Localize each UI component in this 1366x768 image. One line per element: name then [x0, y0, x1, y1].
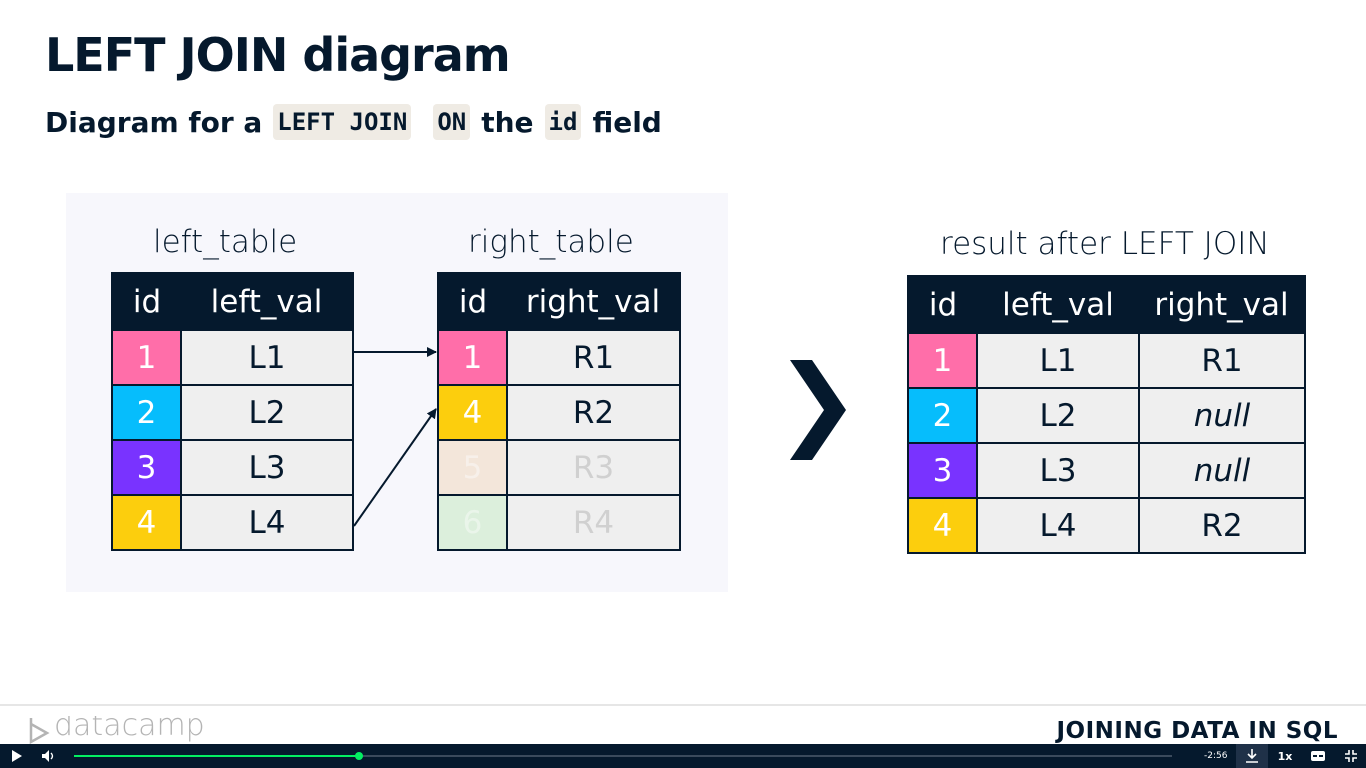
left-value-cell: L3 — [976, 442, 1140, 499]
download-icon — [1246, 749, 1258, 763]
id-cell: 1 — [907, 332, 978, 389]
left-value-cell: L1 — [976, 332, 1140, 389]
captions-button[interactable] — [1306, 744, 1330, 768]
exit-fullscreen-button[interactable] — [1340, 744, 1362, 768]
table-row: 2 L2 null — [907, 387, 1306, 444]
volume-icon — [42, 750, 54, 762]
captions-icon — [1311, 751, 1325, 761]
download-button[interactable] — [1236, 744, 1268, 768]
play-icon — [12, 750, 22, 762]
datacamp-logo: datacamp — [28, 716, 205, 746]
video-player-bar: -2:56 1x — [0, 744, 1366, 768]
header-left-val: left_val — [977, 276, 1139, 333]
left-value-cell: L4 — [976, 497, 1140, 554]
right-value-cell: null — [1138, 387, 1306, 444]
result-table: id left_val right_val 1 L1 R1 2 L2 null … — [907, 275, 1306, 554]
right-value-cell: R1 — [1138, 332, 1306, 389]
datacamp-logo-text: datacamp — [54, 716, 205, 743]
playback-speed-button[interactable]: 1x — [1274, 744, 1296, 768]
arrow-row4 — [353, 408, 437, 527]
datacamp-logo-icon — [29, 718, 50, 745]
id-cell: 4 — [907, 497, 978, 554]
left-value-cell: L2 — [976, 387, 1140, 444]
table-row: 3 L3 null — [907, 442, 1306, 499]
progress-handle[interactable] — [355, 752, 364, 760]
result-table-caption: result after LEFT JOIN — [940, 226, 1270, 262]
course-title: JOINING DATA IN SQL — [1056, 718, 1338, 744]
play-button[interactable] — [6, 744, 28, 768]
exit-fullscreen-icon — [1345, 750, 1357, 762]
right-value-cell: R2 — [1138, 497, 1306, 554]
header-right-val: right_val — [1139, 276, 1305, 333]
result-table-header: id left_val right_val — [908, 276, 1305, 333]
progress-fill — [74, 755, 360, 757]
id-cell: 3 — [907, 442, 978, 499]
time-remaining: -2:56 — [1204, 751, 1228, 761]
volume-button[interactable] — [38, 744, 60, 768]
progress-track[interactable] — [74, 752, 1172, 760]
table-row: 1 L1 R1 — [907, 332, 1306, 389]
right-value-cell: null — [1138, 442, 1306, 499]
chevron-right-icon — [790, 360, 846, 460]
id-cell: 2 — [907, 387, 978, 444]
header-id: id — [908, 276, 977, 333]
footer-divider — [0, 704, 1366, 706]
table-row: 4 L4 R2 — [907, 497, 1306, 554]
